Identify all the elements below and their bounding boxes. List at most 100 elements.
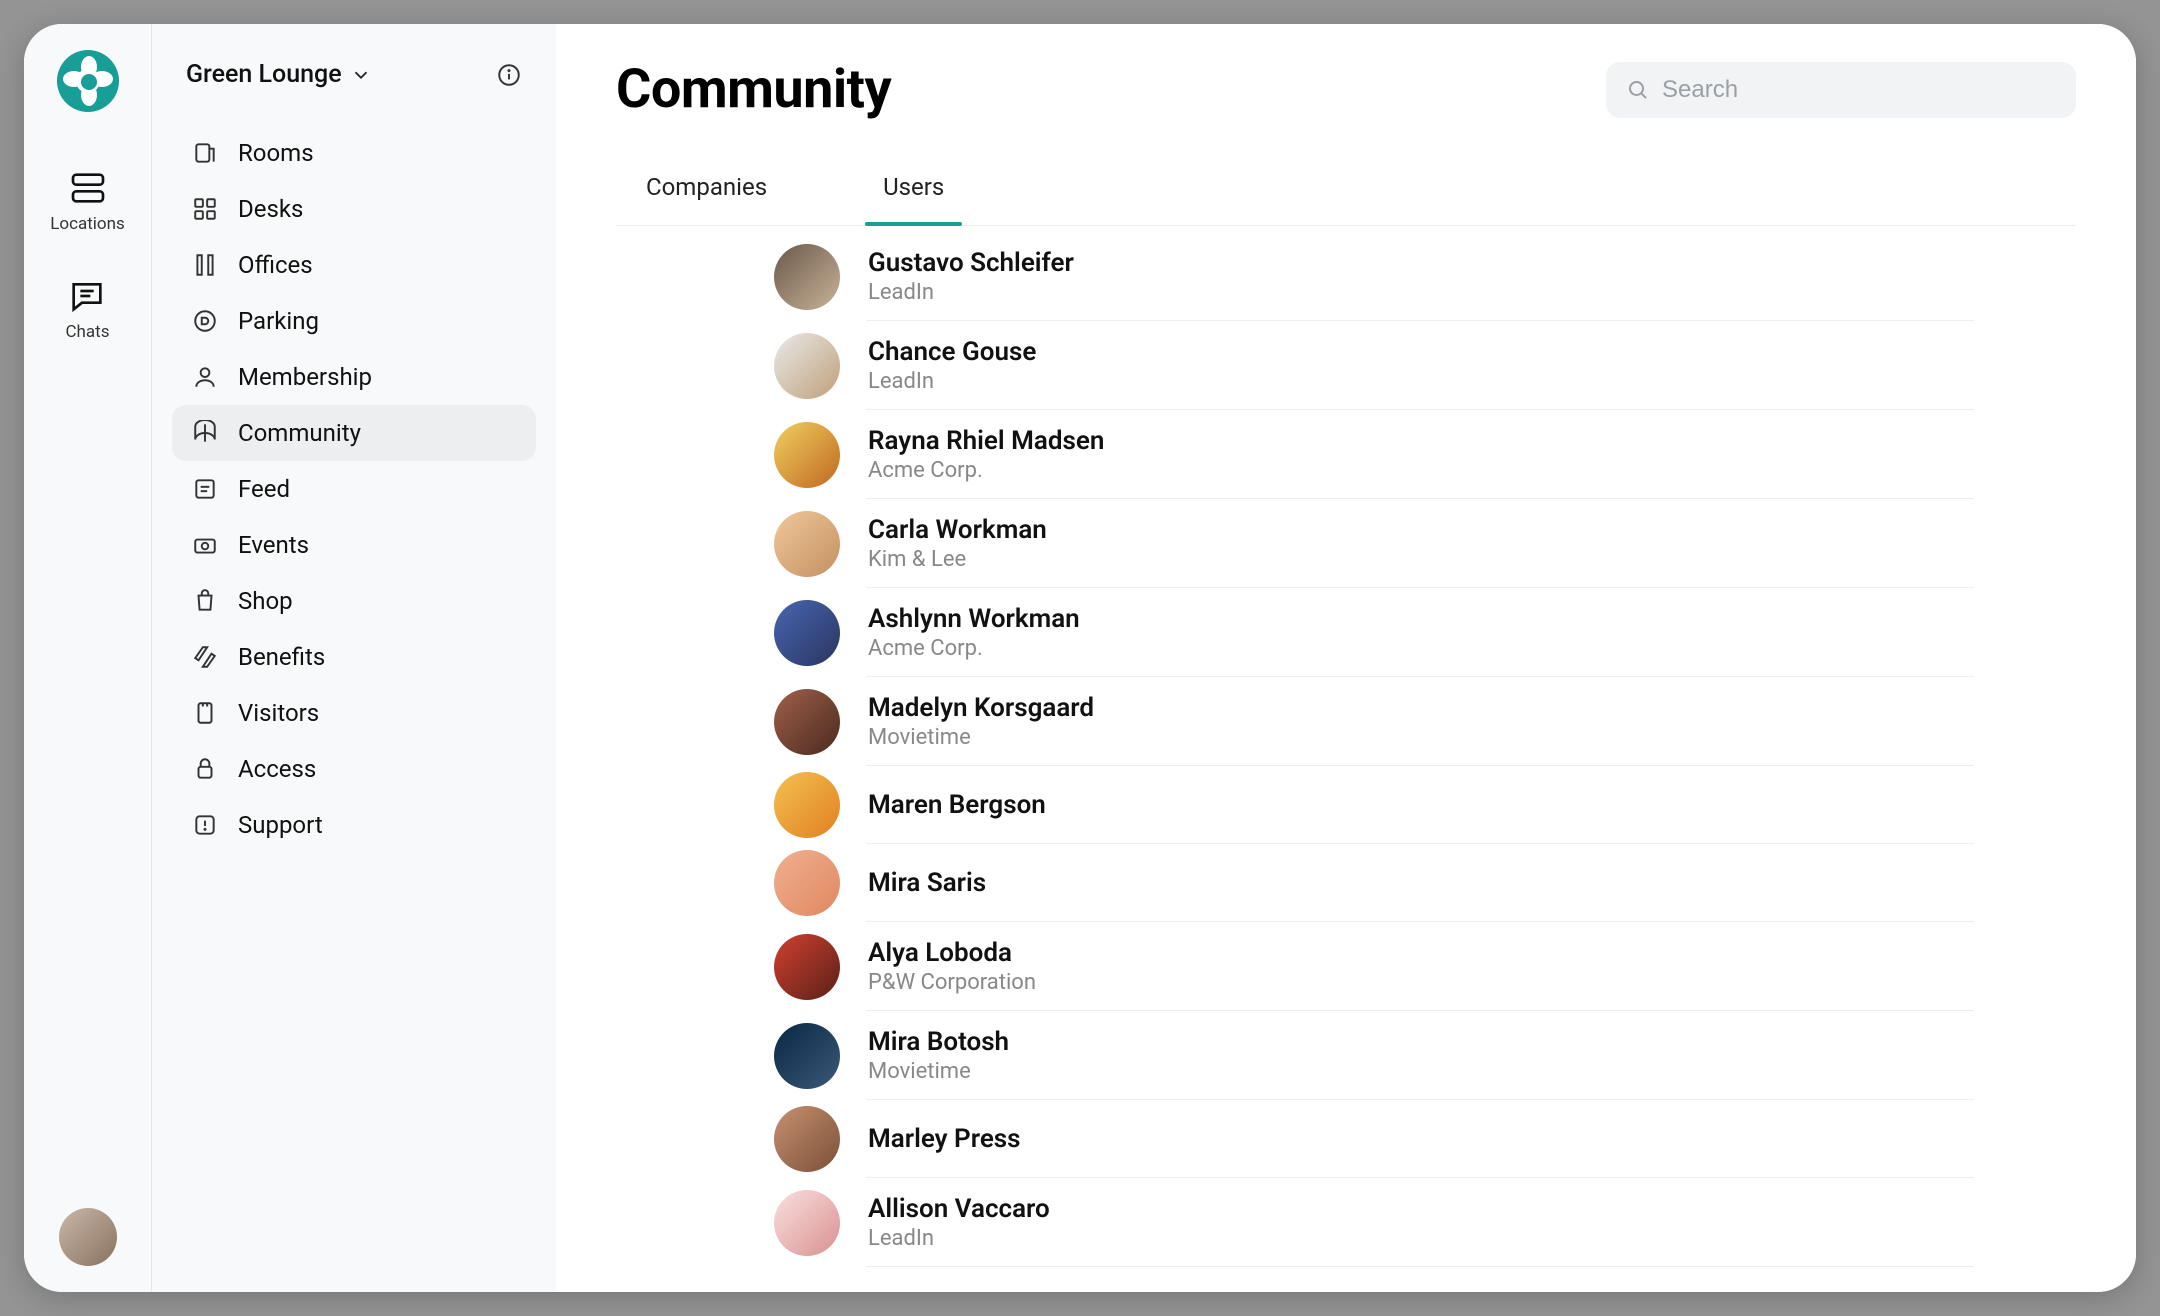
user-name: Marley Press xyxy=(868,1124,1021,1154)
avatar xyxy=(774,689,840,755)
rooms-icon xyxy=(192,140,218,166)
user-row[interactable]: Gustavo SchleiferLeadIn xyxy=(774,232,1974,321)
user-text: Rayna Rhiel MadsenAcme Corp. xyxy=(868,416,1104,493)
sidebar-item-label: Membership xyxy=(238,363,372,391)
info-icon[interactable] xyxy=(496,62,522,88)
user-name: Alya Loboda xyxy=(868,938,1036,968)
location-selector[interactable]: Green Lounge xyxy=(186,60,372,89)
location-name: Green Lounge xyxy=(186,60,342,89)
avatar xyxy=(774,333,840,399)
sidebar-item-access[interactable]: Access xyxy=(172,741,536,797)
sidebar-item-label: Offices xyxy=(238,251,313,279)
sidebar-item-desks[interactable]: Desks xyxy=(172,181,536,237)
sidebar-item-offices[interactable]: Offices xyxy=(172,237,536,293)
user-text: Ashlynn WorkmanAcme Corp. xyxy=(868,594,1080,671)
sidebar-item-support[interactable]: Support xyxy=(172,797,536,853)
user-text: Chance GouseLeadIn xyxy=(868,327,1036,404)
user-row[interactable]: Carla WorkmanKim & Lee xyxy=(774,499,1974,588)
avatar xyxy=(774,1190,840,1256)
user-row[interactable]: Madelyn KorsgaardMovietime xyxy=(774,677,1974,766)
community-icon xyxy=(192,420,218,446)
chevron-down-icon xyxy=(350,64,372,86)
visitors-icon xyxy=(192,700,218,726)
rail-item-locations[interactable]: Locations xyxy=(50,168,125,234)
user-row[interactable]: Marley Press xyxy=(774,1100,1974,1178)
sidebar-item-visitors[interactable]: Visitors xyxy=(172,685,536,741)
sidebar-item-label: Access xyxy=(238,755,316,783)
events-icon xyxy=(192,532,218,558)
icon-rail: Locations Chats xyxy=(24,24,152,1292)
user-name: Carla Workman xyxy=(868,515,1047,545)
locations-icon xyxy=(68,168,108,208)
user-row[interactable]: Ashlynn WorkmanAcme Corp. xyxy=(774,588,1974,677)
benefits-icon xyxy=(192,644,218,670)
desks-icon xyxy=(192,196,218,222)
user-row[interactable]: Rayna Rhiel MadsenAcme Corp. xyxy=(774,410,1974,499)
sidebar-item-events[interactable]: Events xyxy=(172,517,536,573)
avatar xyxy=(774,934,840,1000)
rail-label: Chats xyxy=(65,322,109,342)
user-company: LeadIn xyxy=(868,280,1074,305)
search-icon xyxy=(1626,78,1650,102)
app-window: Locations Chats Green Lounge Rooms Desks O… xyxy=(24,24,2136,1292)
sidebar-item-parking[interactable]: Parking xyxy=(172,293,536,349)
avatar xyxy=(774,244,840,310)
user-company: Acme Corp. xyxy=(868,458,1104,483)
current-user-avatar[interactable] xyxy=(59,1208,117,1266)
main-content: Community Companies Users Gustavo Schlei… xyxy=(556,24,2136,1292)
user-row[interactable]: Alya LobodaP&W Corporation xyxy=(774,922,1974,1011)
user-company: LeadIn xyxy=(868,369,1036,394)
user-name: Rayna Rhiel Madsen xyxy=(868,426,1104,456)
user-text: Mira Saris xyxy=(868,858,986,908)
sidebar-item-benefits[interactable]: Benefits xyxy=(172,629,536,685)
app-logo[interactable] xyxy=(57,50,119,112)
sidebar-item-membership[interactable]: Membership xyxy=(172,349,536,405)
user-row[interactable]: Mira BotoshMovietime xyxy=(774,1011,1974,1100)
membership-icon xyxy=(192,364,218,390)
sidebar: Green Lounge Rooms Desks Offices Parking Mem… xyxy=(152,24,556,1292)
tab-users[interactable]: Users xyxy=(875,159,952,225)
user-name: Allison Vaccaro xyxy=(868,1194,1050,1224)
user-text: Allison VaccaroLeadIn xyxy=(868,1184,1050,1261)
support-icon xyxy=(192,812,218,838)
avatar xyxy=(774,850,840,916)
avatar xyxy=(774,1023,840,1089)
parking-icon xyxy=(192,308,218,334)
rail-label: Locations xyxy=(50,214,125,234)
search-input[interactable] xyxy=(1662,76,2056,104)
user-list: Gustavo SchleiferLeadInChance GouseLeadI… xyxy=(774,232,1974,1267)
search-box[interactable] xyxy=(1606,62,2076,118)
user-text: Mira BotoshMovietime xyxy=(868,1017,1009,1094)
sidebar-item-feed[interactable]: Feed xyxy=(172,461,536,517)
offices-icon xyxy=(192,252,218,278)
user-name: Ashlynn Workman xyxy=(868,604,1080,634)
user-text: Alya LobodaP&W Corporation xyxy=(868,928,1036,1005)
chat-icon xyxy=(67,276,107,316)
user-company: Kim & Lee xyxy=(868,547,1047,572)
sidebar-item-label: Visitors xyxy=(238,699,319,727)
user-list-scroll[interactable]: Gustavo SchleiferLeadInChance GouseLeadI… xyxy=(616,226,2076,1292)
sidebar-item-rooms[interactable]: Rooms xyxy=(172,125,536,181)
tab-companies[interactable]: Companies xyxy=(638,159,775,225)
avatar xyxy=(774,422,840,488)
user-text: Madelyn KorsgaardMovietime xyxy=(868,683,1094,760)
page-title: Community xyxy=(616,58,891,121)
user-row[interactable]: Allison VaccaroLeadIn xyxy=(774,1178,1974,1267)
sidebar-item-label: Shop xyxy=(238,587,293,615)
user-row[interactable]: Maren Bergson xyxy=(774,766,1974,844)
user-company: Acme Corp. xyxy=(868,636,1080,661)
user-row[interactable]: Chance GouseLeadIn xyxy=(774,321,1974,410)
sidebar-item-community[interactable]: Community xyxy=(172,405,536,461)
user-company: P&W Corporation xyxy=(868,970,1036,995)
sidebar-item-label: Desks xyxy=(238,195,303,223)
sidebar-item-label: Feed xyxy=(238,475,290,503)
rail-item-chats[interactable]: Chats xyxy=(65,276,109,342)
sidebar-item-shop[interactable]: Shop xyxy=(172,573,536,629)
sidebar-item-label: Support xyxy=(238,811,323,839)
avatar xyxy=(774,600,840,666)
sidebar-header: Green Lounge xyxy=(172,60,536,125)
sidebar-nav: Rooms Desks Offices Parking Membership Commun… xyxy=(172,125,536,853)
sidebar-item-label: Benefits xyxy=(238,643,325,671)
user-name: Madelyn Korsgaard xyxy=(868,693,1094,723)
user-row[interactable]: Mira Saris xyxy=(774,844,1974,922)
